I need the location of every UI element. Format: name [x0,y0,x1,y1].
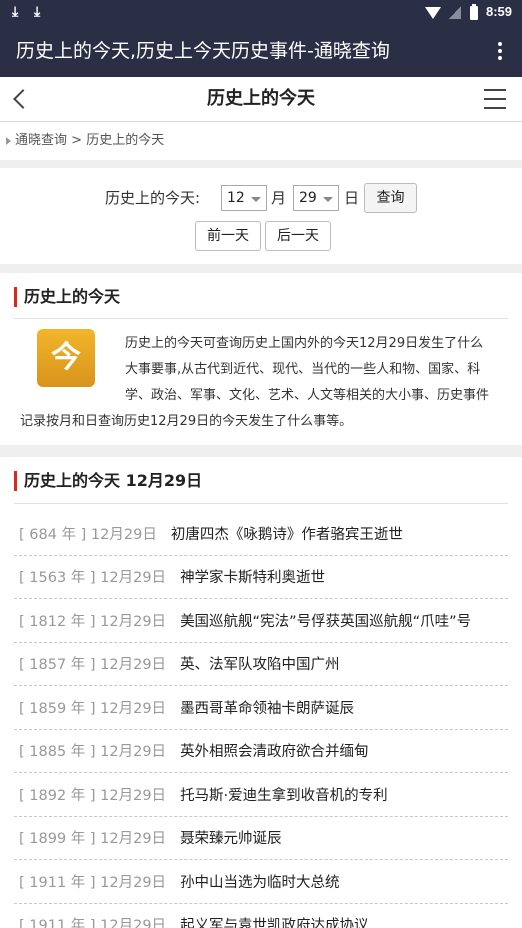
event-date: [ 1899 年 ] 12月29日 [19,831,167,848]
signal-icon [449,6,461,19]
event-link[interactable]: 美国巡航舰“宪法”号俘获英国巡航舰“爪哇”号 [180,610,471,631]
event-date: [ 1857 年 ] 12月29日 [19,657,167,674]
event-date: [ 1911 年 ] 12月29日 [19,918,167,928]
caret-right-icon [6,136,11,145]
battery-icon [470,4,478,20]
event-link[interactable]: 起义军与袁世凯政府达成协议 [180,914,369,928]
event-date: [ 684 年 ] 12月29日 [19,526,157,543]
dropdown-caret-icon [323,197,333,202]
breadcrumb-home-link[interactable]: 通晓查询 [15,133,67,148]
list-item: [ 1857 年 ] 12月29日 英、法军队攻陷中国广州 [14,643,508,686]
list-item: [ 1812 年 ] 12月29日 美国巡航舰“宪法”号俘获英国巡航舰“爪哇”号 [14,599,508,643]
event-link[interactable]: 托马斯·爱迪生拿到收音机的专利 [180,784,388,805]
next-day-button[interactable]: 后一天 [265,221,331,251]
list-item: [ 1911 年 ] 12月29日 起义军与袁世凯政府达成协议 [14,904,508,928]
previous-day-button[interactable]: 前一天 [195,221,261,251]
hamburger-icon[interactable] [484,89,506,109]
list-item: [ 1911 年 ] 12月29日 孙中山当选为临时大总统 [14,860,508,904]
list-item: [ 684 年 ] 12月29日 初唐四杰《咏鹅诗》作者骆宾王逝世 [14,512,508,556]
event-date: [ 1859 年 ] 12月29日 [19,700,167,717]
list-item: [ 1885 年 ] 12月29日 英外相照会清政府欲合并缅甸 [14,730,508,773]
query-label: 历史上的今天: [105,189,201,207]
download-icon: ⤓ [12,4,19,20]
more-vertical-icon[interactable] [488,38,512,64]
event-link[interactable]: 孙中山当选为临时大总统 [180,871,340,892]
event-link[interactable]: 初唐四杰《咏鹅诗》作者骆宾王逝世 [171,523,403,544]
status-bar: ⤓ ⤓ 8:59 [0,0,522,26]
event-link[interactable]: 英、法军队攻陷中国广州 [180,653,340,674]
event-link[interactable]: 神学家卡斯特利奥逝世 [180,566,325,587]
day-unit-label: 日 [344,189,360,207]
list-item: [ 1563 年 ] 12月29日 神学家卡斯特利奥逝世 [14,556,508,599]
event-date: [ 1892 年 ] 12月29日 [19,787,167,804]
day-select-value: 29 [299,190,317,206]
event-date: [ 1812 年 ] 12月29日 [19,613,167,630]
page-title: 历史上的今天 [207,88,315,109]
month-select-value: 12 [227,190,245,206]
divider [14,503,508,504]
events-heading: 历史上的今天 12月29日 [14,471,202,491]
event-link[interactable]: 墨西哥革命领袖卡朗萨诞辰 [180,697,354,718]
nav-bar: 历史上的今天 [0,77,522,122]
month-unit-label: 月 [271,189,287,207]
date-query-panel: 历史上的今天: 12 月 29 日 查询 前一天 后一天 [0,168,522,264]
intro-section: 历史上的今天 历史上的今天可查询历史上国内外的今天12月29日发生了什么大事要事… [0,273,522,445]
events-list: [ 684 年 ] 12月29日 初唐四杰《咏鹅诗》作者骆宾王逝世 [ 1563 … [14,512,508,928]
event-date: [ 1885 年 ] 12月29日 [19,744,167,761]
today-logo: 今 [37,329,95,387]
dropdown-caret-icon [251,197,261,202]
event-link[interactable]: 英外相照会清政府欲合并缅甸 [180,740,369,761]
chevron-left-icon[interactable] [10,87,30,111]
status-time: 8:59 [486,4,513,19]
day-select[interactable]: 29 [293,185,339,211]
list-item: [ 1899 年 ] 12月29日 聂荣臻元帅诞辰 [14,817,508,860]
event-date: [ 1563 年 ] 12月29日 [19,570,167,587]
event-link[interactable]: 聂荣臻元帅诞辰 [180,827,282,848]
query-button[interactable]: 查询 [364,183,417,213]
app-bar: 历史上的今天,历史上今天历史事件-通晓查询 [0,26,522,77]
event-date: [ 1911 年 ] 12月29日 [19,874,167,891]
month-select[interactable]: 12 [221,185,267,211]
intro-heading: 历史上的今天 [14,287,120,307]
breadcrumb-current: 历史上的今天 [86,133,165,148]
breadcrumb-separator: > [67,133,87,148]
list-item: [ 1859 年 ] 12月29日 墨西哥革命领袖卡朗萨诞辰 [14,686,508,730]
breadcrumb: 通晓查询 > 历史上的今天 [0,122,522,160]
divider [14,318,508,319]
app-title: 历史上的今天,历史上今天历史事件-通晓查询 [16,40,390,62]
events-section: 历史上的今天 12月29日 [ 684 年 ] 12月29日 初唐四杰《咏鹅诗》作… [0,457,522,928]
list-item: [ 1892 年 ] 12月29日 托马斯·爱迪生拿到收音机的专利 [14,773,508,817]
download-icon: ⤓ [34,4,41,20]
wifi-icon [425,7,441,19]
